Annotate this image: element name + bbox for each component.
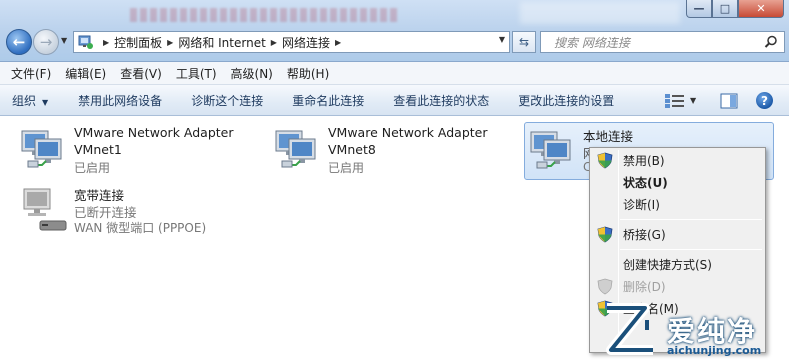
connection-status: 已启用 bbox=[74, 161, 111, 175]
network-adapter-icon bbox=[21, 130, 62, 168]
breadcrumb-separator[interactable]: ▶ bbox=[335, 38, 341, 47]
menu-item-label: 诊断(I) bbox=[623, 198, 660, 212]
menu-item-label: 桥接(G) bbox=[623, 228, 666, 242]
watermark: 爱纯净 aichunjing.com bbox=[601, 300, 789, 363]
view-status-button[interactable]: 查看此连接的状态 bbox=[393, 92, 489, 109]
connection-adapter: VMnet1 bbox=[74, 142, 122, 157]
address-dropdown-icon[interactable]: ▼ bbox=[499, 35, 505, 44]
network-adapter-icon bbox=[275, 130, 316, 168]
menu-item-status[interactable]: 状态(U) bbox=[592, 172, 763, 193]
breadcrumb-separator[interactable]: ▶ bbox=[167, 38, 173, 47]
watermark-url: aichunjing.com bbox=[667, 344, 762, 357]
forward-arrow-icon[interactable]: → bbox=[33, 29, 59, 55]
menu-item-create-shortcut[interactable]: 创建快捷方式(S) bbox=[592, 254, 763, 275]
search-placeholder: 搜索 网络连接 bbox=[554, 35, 630, 50]
breadcrumb-network-connections[interactable]: 网络连接 bbox=[282, 34, 330, 51]
uac-shield-icon-disabled bbox=[597, 278, 613, 295]
menu-help[interactable]: 帮助(H) bbox=[280, 65, 336, 82]
menu-item-label: 禁用(B) bbox=[623, 154, 665, 168]
breadcrumb-network-internet[interactable]: 网络和 Internet bbox=[178, 34, 265, 51]
menu-separator bbox=[620, 219, 762, 220]
view-options-chevron-icon[interactable]: ▼ bbox=[690, 96, 696, 105]
blurred-background-glow bbox=[520, 2, 680, 24]
menu-separator bbox=[620, 249, 762, 250]
connection-item-vmnet1[interactable]: VMware Network Adapter VMnet1 已启用 bbox=[20, 125, 260, 181]
organize-label: 组织 bbox=[12, 93, 37, 108]
title-bar: — □ ✕ ← → ▼ ▶ 控制面板 ▶ 网络和 Internet ▶ 网络连接… bbox=[0, 0, 789, 62]
connection-item-vmnet8[interactable]: VMware Network Adapter VMnet8 已启用 bbox=[274, 125, 514, 181]
change-settings-button[interactable]: 更改此连接的设置 bbox=[518, 92, 614, 109]
uac-shield-icon bbox=[597, 152, 613, 169]
watermark-logo-icon bbox=[606, 303, 653, 355]
minimize-button[interactable]: — bbox=[686, 0, 712, 18]
breadcrumb-control-panel[interactable]: 控制面板 bbox=[114, 34, 162, 51]
maximize-button[interactable]: □ bbox=[712, 0, 738, 18]
menu-tools[interactable]: 工具(T) bbox=[169, 65, 224, 82]
disable-device-button[interactable]: 禁用此网络设备 bbox=[78, 92, 162, 109]
view-options-icon[interactable] bbox=[664, 93, 686, 109]
menu-item-diagnose[interactable]: 诊断(I) bbox=[592, 194, 763, 215]
rename-button[interactable]: 重命名此连接 bbox=[292, 92, 364, 109]
menu-item-delete[interactable]: 删除(D) bbox=[592, 276, 763, 297]
menu-advanced[interactable]: 高级(N) bbox=[224, 65, 280, 82]
connection-status: 已启用 bbox=[328, 161, 365, 175]
network-folder-icon bbox=[78, 35, 93, 49]
breadcrumb-separator[interactable]: ▶ bbox=[271, 38, 277, 47]
uac-shield-icon bbox=[597, 226, 613, 243]
help-icon[interactable]: ? bbox=[756, 92, 773, 109]
preview-pane-icon[interactable] bbox=[720, 92, 738, 110]
connection-item-broadband[interactable]: 宽带连接 已断开连接 WAN 微型端口 (PPPOE) bbox=[20, 185, 260, 255]
menu-bar: 文件(F) 编辑(E) 查看(V) 工具(T) 高级(N) 帮助(H) bbox=[0, 62, 789, 85]
connection-device: WAN 微型端口 (PPPOE) bbox=[74, 221, 207, 235]
broadband-icon bbox=[23, 188, 67, 231]
refresh-icon[interactable]: ⇆ bbox=[512, 31, 536, 53]
organize-button[interactable]: 组织 ▼ bbox=[12, 92, 48, 109]
menu-item-bridge[interactable]: 桥接(G) bbox=[592, 224, 763, 245]
breadcrumb-separator[interactable]: ▶ bbox=[103, 38, 109, 47]
address-bar[interactable]: ▶ 控制面板 ▶ 网络和 Internet ▶ 网络连接 ▶ ▼ bbox=[73, 31, 510, 53]
back-arrow-icon[interactable]: ← bbox=[6, 29, 32, 55]
connection-name: VMware Network Adapter bbox=[328, 125, 488, 140]
chevron-down-icon: ▼ bbox=[42, 97, 49, 107]
menu-item-disable[interactable]: 禁用(B) bbox=[592, 150, 763, 171]
search-input[interactable]: 搜索 网络连接 bbox=[540, 31, 785, 53]
network-connections-window: — □ ✕ ← → ▼ ▶ 控制面板 ▶ 网络和 Internet ▶ 网络连接… bbox=[0, 0, 789, 363]
search-icon[interactable] bbox=[764, 35, 778, 49]
diagnose-button[interactable]: 诊断这个连接 bbox=[191, 92, 263, 109]
menu-file[interactable]: 文件(F) bbox=[4, 65, 58, 82]
network-adapter-icon bbox=[530, 131, 571, 169]
menu-item-label: 创建快捷方式(S) bbox=[623, 258, 712, 272]
menu-view[interactable]: 查看(V) bbox=[113, 65, 169, 82]
connection-name: VMware Network Adapter bbox=[74, 125, 234, 140]
recent-pages-chevron-icon[interactable]: ▼ bbox=[61, 36, 71, 48]
menu-edit[interactable]: 编辑(E) bbox=[58, 65, 113, 82]
close-button[interactable]: ✕ bbox=[738, 0, 784, 18]
blurred-background-text bbox=[130, 8, 400, 22]
connection-adapter: VMnet8 bbox=[328, 142, 376, 157]
menu-item-label: 状态(U) bbox=[623, 176, 668, 190]
menu-item-label: 删除(D) bbox=[623, 280, 666, 294]
